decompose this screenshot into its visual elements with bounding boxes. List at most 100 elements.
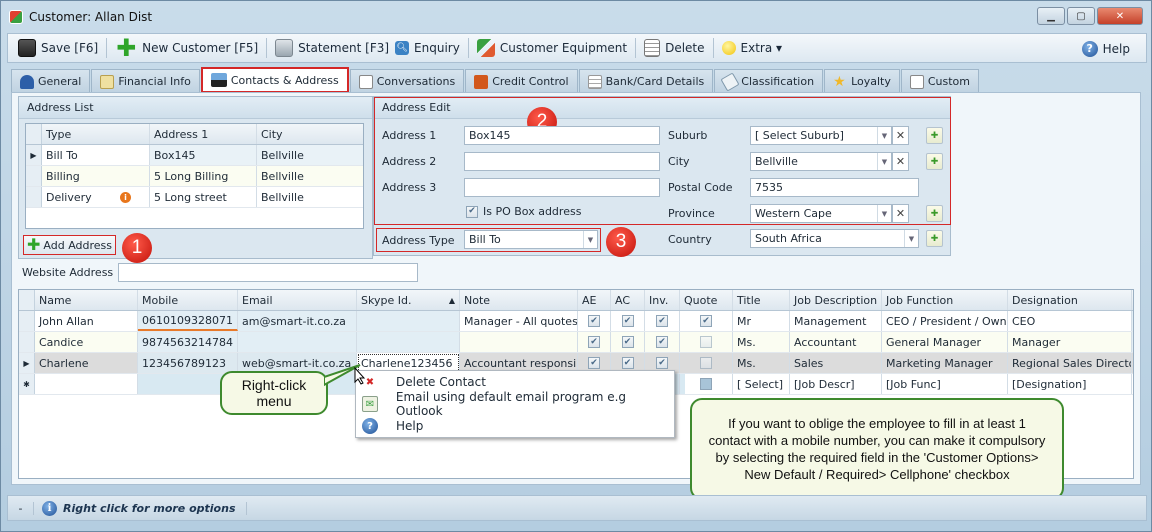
column-header-city[interactable]: City xyxy=(257,124,363,144)
contact-job-function-cell[interactable]: General Manager xyxy=(882,332,1008,352)
contact-row[interactable]: John Allan 0610109328071 am@smart-it.co.… xyxy=(19,311,1133,332)
new-designation-cell[interactable]: [Designation] xyxy=(1008,374,1132,394)
column-header-type[interactable]: Type xyxy=(42,124,150,144)
address-type-select[interactable]: Bill To ▼ xyxy=(464,230,598,249)
chevron-down-icon[interactable]: ▼ xyxy=(904,230,918,247)
column-header-designation[interactable]: Designation xyxy=(1008,290,1132,310)
website-input[interactable] xyxy=(118,263,418,282)
chevron-down-icon[interactable]: ▼ xyxy=(877,205,891,222)
city-cell[interactable]: Bellville xyxy=(257,166,363,186)
enquiry-button[interactable]: 🔍︎ Enquiry xyxy=(395,35,466,61)
column-header-job-description[interactable]: Job Description xyxy=(790,290,882,310)
tab-bank-card-details[interactable]: Bank/Card Details xyxy=(578,69,714,93)
clear-province-button[interactable]: ✕ xyxy=(892,204,909,223)
contact-job-description-cell[interactable]: Accountant xyxy=(790,332,882,352)
contact-name-cell[interactable]: John Allan xyxy=(35,311,138,331)
suburb-select[interactable]: [ Select Suburb] ▼ xyxy=(750,126,892,145)
contact-job-description-cell[interactable]: Sales xyxy=(790,353,882,373)
address-type-cell[interactable]: Delivery i xyxy=(42,187,150,207)
chevron-down-icon[interactable]: ▼ xyxy=(877,127,891,144)
contact-name-cell[interactable]: Charlene xyxy=(35,353,138,373)
column-header-mobile[interactable]: Mobile xyxy=(138,290,238,310)
menu-item-email[interactable]: ✉ Email using default email program e.g … xyxy=(356,390,674,418)
extra-dropdown[interactable]: Extra ▾ xyxy=(716,35,789,61)
contact-email-cell[interactable] xyxy=(238,332,357,352)
contact-title-cell[interactable]: Ms. xyxy=(733,332,790,352)
add-province-button[interactable]: ✚ xyxy=(926,205,943,222)
ac-checkbox[interactable]: ✔ xyxy=(611,311,645,331)
ae-checkbox[interactable]: ✔ xyxy=(578,332,611,352)
column-header-note[interactable]: Note xyxy=(460,290,578,310)
column-header-address1[interactable]: Address 1 xyxy=(150,124,257,144)
contact-note-cell[interactable]: Manager - All quotes... xyxy=(460,311,578,331)
quote-checkbox[interactable] xyxy=(680,332,733,352)
po-box-checkbox[interactable]: ✔ Is PO Box address xyxy=(466,205,581,218)
province-select[interactable]: Western Cape ▼ xyxy=(750,204,892,223)
column-header-ae[interactable]: AE xyxy=(578,290,611,310)
address1-cell[interactable]: Box145 xyxy=(150,145,257,165)
address1-cell[interactable]: 5 Long street xyxy=(150,187,257,207)
address1-cell[interactable]: 5 Long Billing xyxy=(150,166,257,186)
delete-button[interactable]: Delete xyxy=(638,35,710,61)
add-city-button[interactable]: ✚ xyxy=(926,153,943,170)
tab-credit-control[interactable]: Credit Control xyxy=(465,69,578,93)
column-header-quote[interactable]: Quote xyxy=(680,290,733,310)
add-suburb-button[interactable]: ✚ xyxy=(926,127,943,144)
column-header-inv[interactable]: Inv. xyxy=(645,290,680,310)
contact-skype-cell[interactable] xyxy=(357,311,460,331)
add-country-button[interactable]: ✚ xyxy=(926,230,943,247)
country-select[interactable]: South Africa ▼ xyxy=(750,229,919,248)
address1-input[interactable]: Box145 xyxy=(464,126,660,145)
inv-checkbox[interactable]: ✔ xyxy=(645,311,680,331)
contact-mobile-cell[interactable]: 9874563214784 xyxy=(138,332,238,352)
contact-designation-cell[interactable]: Regional Sales Director xyxy=(1008,353,1132,373)
new-job-function-cell[interactable]: [Job Func] xyxy=(882,374,1008,394)
address-row[interactable]: Delivery i 5 Long street Bellville xyxy=(26,187,363,208)
statement-button[interactable]: Statement [F3] xyxy=(269,35,395,61)
address-type-cell[interactable]: Bill To xyxy=(42,145,150,165)
contact-title-cell[interactable]: Ms. xyxy=(733,353,790,373)
tab-contacts-address[interactable]: Contacts & Address xyxy=(200,67,349,93)
contact-designation-cell[interactable]: Manager xyxy=(1008,332,1132,352)
contact-row[interactable]: Candice 9874563214784 ✔ ✔ ✔ Ms. Accounta… xyxy=(19,332,1133,353)
contact-job-description-cell[interactable]: Management xyxy=(790,311,882,331)
city-cell[interactable]: Bellville xyxy=(257,145,363,165)
column-header-ac[interactable]: AC xyxy=(611,290,645,310)
ae-checkbox[interactable]: ✔ xyxy=(578,311,611,331)
contact-job-function-cell[interactable]: Marketing Manager xyxy=(882,353,1008,373)
contact-note-cell[interactable] xyxy=(460,332,578,352)
contact-title-cell[interactable]: Mr xyxy=(733,311,790,331)
address-row[interactable]: Billing 5 Long Billing Bellville xyxy=(26,166,363,187)
chevron-down-icon[interactable]: ▼ xyxy=(583,231,597,248)
ac-checkbox[interactable]: ✔ xyxy=(611,332,645,352)
minimize-button[interactable]: ▁ xyxy=(1037,7,1065,25)
address2-input[interactable] xyxy=(464,152,660,171)
customer-equipment-button[interactable]: Customer Equipment xyxy=(471,35,633,61)
tab-classification[interactable]: Classification xyxy=(714,69,824,93)
quote-checkbox[interactable]: ✔ xyxy=(680,311,733,331)
new-customer-button[interactable]: ✚ New Customer [F5] xyxy=(109,35,264,61)
clear-suburb-button[interactable]: ✕ xyxy=(892,126,909,145)
new-title-cell[interactable]: [ Select] xyxy=(733,374,790,394)
chevron-down-icon[interactable]: ▼ xyxy=(877,153,891,170)
new-quote-checkbox[interactable] xyxy=(680,374,733,394)
column-header-name[interactable]: Name xyxy=(35,290,138,310)
tab-financial-info[interactable]: Financial Info xyxy=(91,69,200,93)
inv-checkbox[interactable]: ✔ xyxy=(645,332,680,352)
tab-loyalty[interactable]: ★ Loyalty xyxy=(824,69,900,93)
city-cell[interactable]: Bellville xyxy=(257,187,363,207)
new-job-description-cell[interactable]: [Job Descr] xyxy=(790,374,882,394)
address-row[interactable]: ▶ Bill To Box145 Bellville xyxy=(26,145,363,166)
tab-custom[interactable]: Custom xyxy=(900,69,980,93)
maximize-button[interactable]: ▢ xyxy=(1067,7,1095,25)
postal-code-input[interactable]: 7535 xyxy=(750,178,919,197)
contact-mobile-cell[interactable]: 123456789123 xyxy=(138,353,238,373)
address3-input[interactable] xyxy=(464,178,660,197)
column-header-job-function[interactable]: Job Function xyxy=(882,290,1008,310)
address-type-cell[interactable]: Billing xyxy=(42,166,150,186)
tab-general[interactable]: General xyxy=(11,69,91,93)
clear-city-button[interactable]: ✕ xyxy=(892,152,909,171)
contact-name-cell[interactable]: Candice xyxy=(35,332,138,352)
contact-mobile-cell[interactable]: 0610109328071 xyxy=(138,311,238,331)
contact-designation-cell[interactable]: CEO xyxy=(1008,311,1132,331)
